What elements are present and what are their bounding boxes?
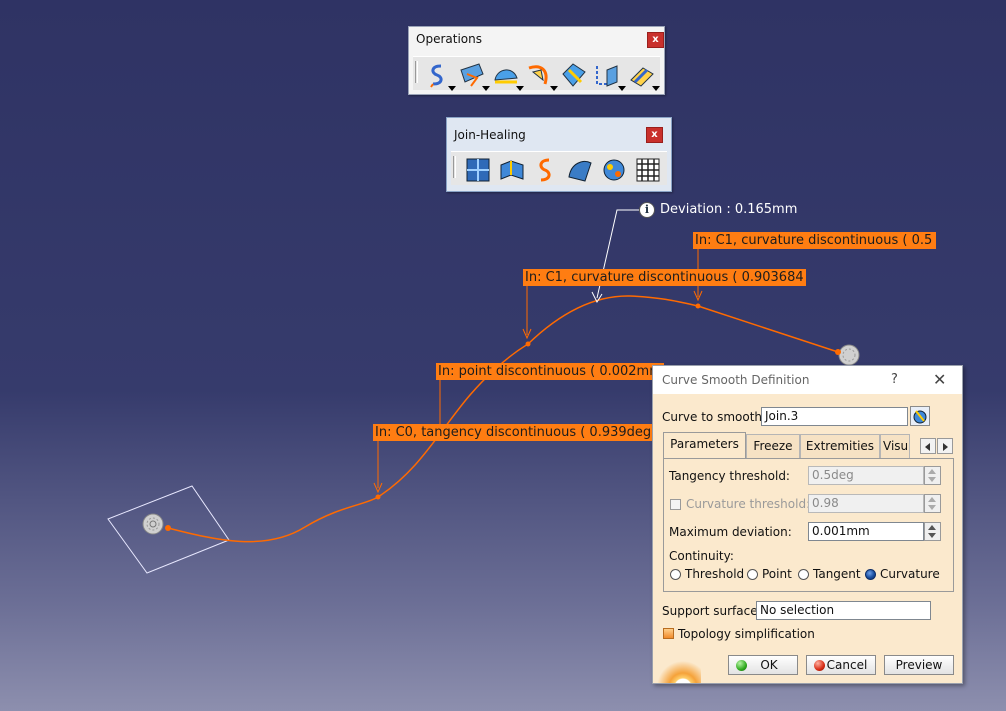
continuity-tangent-radio[interactable] [798, 569, 809, 580]
tab-freeze[interactable]: Freeze [746, 434, 800, 458]
support-surface-field[interactable]: No selection [756, 601, 931, 620]
curvature-threshold-spinner[interactable] [924, 494, 941, 513]
join-icon[interactable] [463, 155, 493, 185]
tangency-threshold-field[interactable]: 0.5deg [808, 466, 924, 485]
info-icon: i [639, 202, 655, 218]
split-icon[interactable] [525, 60, 558, 91]
ok-button-label: OK [760, 658, 778, 672]
max-deviation-field[interactable]: 0.001mm [808, 522, 924, 541]
join-curve-icon[interactable] [423, 60, 456, 91]
help-button[interactable]: ? [891, 372, 898, 387]
support-surface-label: Support surface: [662, 604, 762, 618]
boundary-icon[interactable] [627, 60, 660, 91]
dialog-title: Curve Smooth Definition [662, 373, 810, 387]
continuity-point-radio[interactable] [747, 569, 758, 580]
join-healing-toolbar[interactable]: Join-Healing x [446, 117, 672, 192]
ok-button[interactable]: OK [728, 655, 798, 675]
preview-button-label: Preview [895, 658, 943, 672]
continuity-threshold-label: Threshold [685, 567, 745, 581]
transform-icon[interactable] [593, 60, 626, 91]
ok-icon [736, 660, 747, 671]
continuity-curvature-radio[interactable] [865, 569, 876, 580]
curve-smooth-icon[interactable] [531, 155, 561, 185]
tab-extremities[interactable]: Extremities [800, 434, 880, 458]
label-c1-curvature-05[interactable]: In: C1, curvature discontinuous ( 0.5 ) [693, 232, 936, 249]
continuity-label: Continuity: [669, 549, 734, 563]
extrapolate-icon[interactable] [491, 60, 524, 91]
curvature-threshold-checkbox[interactable] [670, 499, 681, 510]
topology-simplification-label: Topology simplification [678, 627, 815, 641]
operations-toolbar-title: Operations [416, 32, 482, 46]
toolbar-grip[interactable] [415, 61, 418, 83]
max-deviation-label: Maximum deviation: [669, 525, 792, 539]
cancel-button[interactable]: Cancel [806, 655, 876, 675]
start-point-manipulator[interactable] [142, 513, 164, 535]
tangency-threshold-label: Tangency threshold: [669, 469, 790, 483]
curve-selector-icon[interactable] [910, 406, 930, 426]
label-c1-curvature-0903684[interactable]: In: C1, curvature discontinuous ( 0.9036… [523, 269, 806, 286]
preview-button[interactable]: Preview [884, 655, 954, 675]
curve-to-smooth-field[interactable]: Join.3 [761, 407, 908, 426]
tangency-threshold-spinner[interactable] [924, 466, 941, 485]
max-deviation-spinner[interactable] [924, 522, 941, 541]
continuity-threshold-radio[interactable] [670, 569, 681, 580]
label-c0-tangency[interactable]: In: C0, tangency discontinuous ( 0.939de… [373, 424, 655, 441]
operations-toolbar-close-button[interactable]: x [647, 32, 664, 48]
parameters-panel: Tangency threshold: 0.5deg Curvature thr… [663, 458, 954, 592]
tab-scroll-right-button[interactable] [937, 438, 953, 454]
tab-scroll-left-button[interactable] [920, 438, 936, 454]
continuity-tangent-label: Tangent [813, 567, 861, 581]
join-healing-toolbar-close-button[interactable]: x [646, 127, 663, 143]
catia-logo [653, 653, 701, 683]
curvature-threshold-label: Curvature threshold: [686, 497, 811, 511]
curve-to-smooth-label: Curve to smooth: [662, 410, 767, 424]
join-healing-toolbar-body [451, 151, 667, 185]
topology-simplification-checkbox[interactable] [663, 628, 674, 639]
tab-visu[interactable]: Visu [880, 434, 910, 458]
cancel-icon [814, 660, 825, 671]
operations-toolbar[interactable]: Operations x [408, 26, 665, 95]
operations-toolbar-body [413, 56, 660, 91]
join-healing-toolbar-title: Join-Healing [454, 128, 526, 142]
label-point-discontinuous[interactable]: In: point discontinuous ( 0.002mm [436, 363, 664, 380]
disassemble-icon[interactable] [599, 155, 629, 185]
3d-viewport[interactable]: Operations x Join-Healing x i Deviation … [0, 0, 1006, 711]
end-point-manipulator[interactable] [838, 344, 860, 366]
deviation-leader [591, 209, 640, 304]
sweep-icon[interactable] [457, 60, 490, 91]
toolbar-grip[interactable] [453, 156, 456, 178]
curvature-threshold-field[interactable]: 0.98 [808, 494, 924, 513]
grid-icon[interactable] [633, 155, 663, 185]
continuity-point-label: Point [762, 567, 792, 581]
deviation-label: Deviation : 0.165mm [660, 202, 798, 217]
tab-parameters[interactable]: Parameters [663, 432, 746, 459]
untrim-icon[interactable] [565, 155, 595, 185]
continuity-curvature-label: Curvature [880, 567, 940, 581]
dialog-titlebar[interactable]: Curve Smooth Definition ? ✕ [653, 366, 962, 394]
curve-smooth-dialog[interactable]: Curve Smooth Definition ? ✕ Curve to smo… [652, 365, 963, 684]
trim-icon[interactable] [559, 60, 589, 90]
healing-icon[interactable] [497, 155, 527, 185]
close-button[interactable]: ✕ [933, 370, 946, 389]
